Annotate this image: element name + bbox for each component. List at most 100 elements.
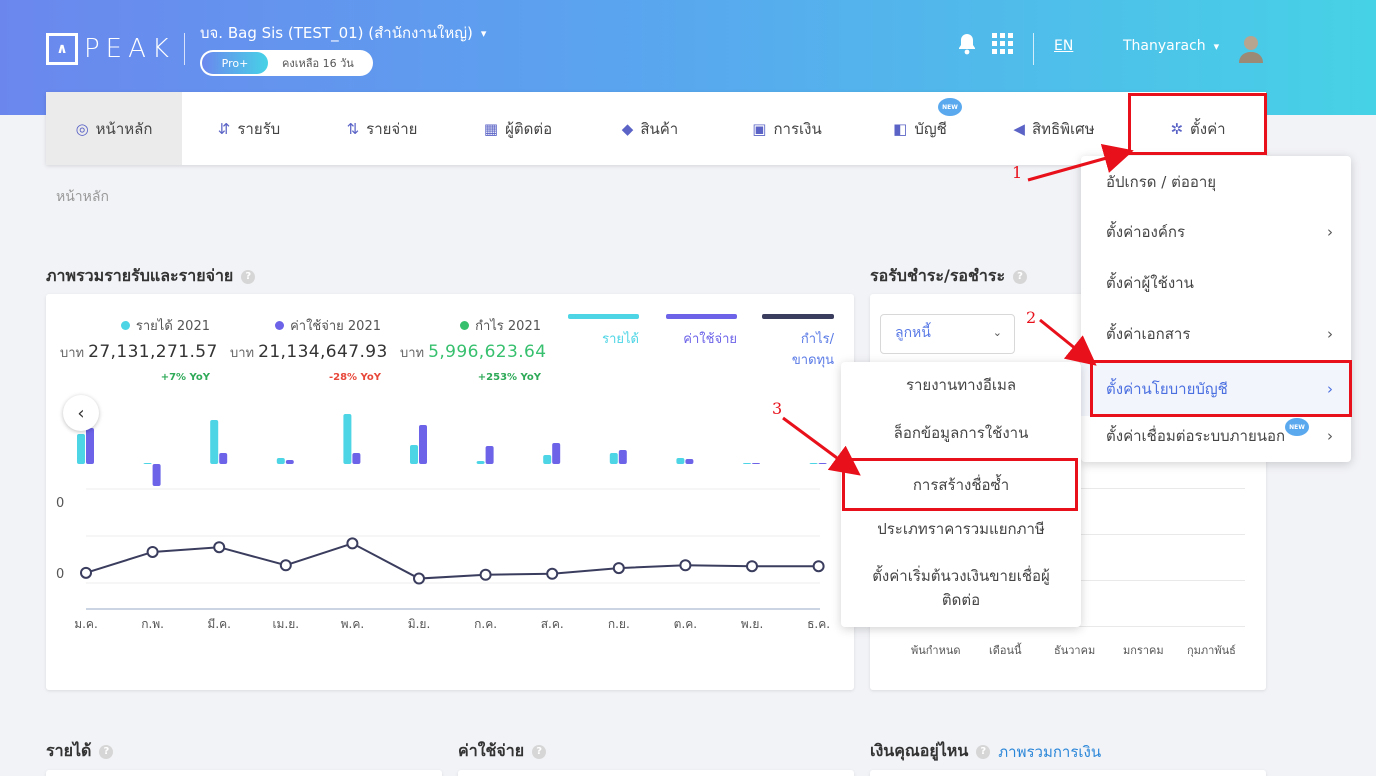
chevron-right-icon: › (1327, 427, 1333, 445)
new-badge: NEW (1285, 418, 1309, 436)
receivables-title: รอรับชำระ/รอชำระ ? (870, 264, 1028, 289)
chevron-down-icon: ▾ (1213, 39, 1220, 53)
megaphone-icon: ◀ (1013, 119, 1025, 138)
highlight-box-settings (1128, 93, 1267, 155)
x-label: พ้นกำหนด (911, 644, 961, 657)
revenue-bar (210, 420, 219, 464)
step-2-label: 2 (1026, 308, 1037, 327)
revenue-bar (276, 458, 285, 464)
x-tick-label: ก.ค. (474, 617, 497, 631)
help-icon[interactable]: ? (99, 744, 114, 759)
profit-point (546, 567, 559, 580)
x-tick-label: พ.ค. (341, 617, 365, 631)
chevron-right-icon: › (1327, 223, 1333, 241)
revenue-card (46, 770, 442, 776)
user-menu[interactable]: Thanyarach ▾ (1123, 38, 1219, 54)
profit-point (213, 541, 226, 554)
revenue-bar (476, 461, 485, 464)
bell-icon[interactable] (957, 33, 977, 60)
help-icon[interactable]: ? (532, 744, 547, 759)
revenue-bar (809, 463, 818, 464)
expense-bar (86, 428, 94, 464)
nav-accounting[interactable]: ◧ บัญชี NEW (862, 92, 978, 165)
expense-bar (419, 425, 427, 464)
step-3-label: 3 (772, 399, 783, 418)
profit-point (812, 560, 825, 573)
nav-privileges[interactable]: ◀ สิทธิพิเศษ (978, 92, 1130, 165)
x-tick-label: มิ.ย. (408, 617, 431, 631)
revenue-bar (676, 458, 685, 464)
x-tick-label: ก.ย. (608, 617, 630, 631)
x-tick-label: ม.ค. (74, 617, 98, 631)
profit-point (612, 562, 625, 575)
x-label: ธันวาคม (1054, 644, 1096, 657)
profit-line (85, 542, 819, 580)
expense-card (458, 770, 854, 776)
x-tick-label: ธ.ค. (807, 617, 830, 631)
x-tick-label: ต.ค. (674, 617, 697, 631)
profit-point (146, 545, 159, 558)
help-icon[interactable]: ? (1013, 269, 1028, 284)
profit-point (346, 537, 359, 550)
apps-grid-icon[interactable] (992, 33, 1013, 59)
chevron-down-icon: ⌄ (992, 326, 1002, 339)
menu-org-settings[interactable]: ตั้งค่าองค์กร › (1081, 214, 1351, 250)
help-icon[interactable]: ? (976, 744, 991, 759)
expense-bar (352, 453, 361, 464)
account-icon: ◧ (893, 119, 908, 138)
new-badge: NEW (938, 98, 962, 116)
user-name: Thanyarach (1123, 38, 1206, 54)
profit-point (479, 568, 492, 581)
submenu-credit-limit[interactable]: ตั้งค่าเริ่มต้นวงเงินขายเชื่อผู้ติดต่อ (841, 562, 1081, 614)
language-switch[interactable]: EN (1054, 38, 1073, 54)
receivables-type-select[interactable]: ลูกหนี้ ⌄ (880, 314, 1015, 354)
revenue-bar (77, 434, 85, 464)
menu-integrations[interactable]: ตั้งค่าเชื่อมต่อระบบภายนอก NEW › (1081, 418, 1351, 454)
x-tick-label: ก.พ. (141, 617, 164, 631)
expense-bar (818, 463, 827, 464)
profit-point (279, 559, 292, 572)
submenu-price-tax-type[interactable]: ประเภทราคารวมแยกภาษี (841, 514, 1081, 544)
menu-user-settings[interactable]: ตั้งค่าผู้ใช้งาน (1081, 265, 1351, 301)
avatar[interactable] (1237, 33, 1265, 63)
submenu-email-report[interactable]: รายงานทางอีเมล (841, 370, 1081, 400)
expense-bar (552, 443, 561, 464)
menu-upgrade[interactable]: อัปเกรด / ต่ออายุ (1081, 164, 1351, 200)
cash-section-title: เงินคุณอยู่ไหน ? ภาพรวมการเงิน (870, 739, 1101, 764)
y-tick-label: 0 (56, 496, 64, 511)
revenue-bar (743, 463, 751, 464)
menu-document-settings[interactable]: ตั้งค่าเอกสาร › (1081, 316, 1351, 352)
x-tick-label: มี.ค. (207, 617, 231, 631)
expense-bar (219, 453, 228, 464)
chevron-right-icon: › (1327, 325, 1333, 343)
step-1-label: 1 (1012, 163, 1023, 182)
profit-point (80, 566, 92, 579)
chevron-left-icon: ‹ (77, 402, 85, 424)
finance-overview-link[interactable]: ภาพรวมการเงิน (998, 740, 1101, 764)
x-label: มกราคม (1123, 644, 1164, 657)
revenue-section-title: รายได้ ? (46, 739, 114, 764)
cash-card (870, 770, 1266, 776)
profit-point (746, 560, 758, 573)
highlight-box-accounting-policy (1090, 360, 1352, 417)
highlight-box-duplicate-names (842, 458, 1078, 511)
expense-section-title: ค่าใช้จ่าย ? (458, 739, 547, 764)
overview-chart: 0 0 ม.ค. ก.พ. มี.ค. เม.ย. พ.ค. มิ.ย. ก.ค. ส.ค. ก.ย… (56, 414, 830, 631)
expense-bar (485, 446, 494, 464)
submenu-usage-log[interactable]: ล็อกข้อมูลการใช้งาน (841, 418, 1081, 448)
x-tick-label: พ.ย. (741, 617, 764, 631)
revenue-bar (543, 455, 552, 464)
expense-bar (685, 459, 694, 464)
x-tick-label: ส.ค. (541, 617, 564, 631)
revenue-bar (343, 414, 352, 464)
expense-bar (618, 450, 627, 464)
header-divider (1033, 33, 1034, 65)
revenue-bar (410, 445, 418, 464)
revenue-bar (609, 453, 618, 464)
expense-bar (285, 460, 294, 464)
prev-year-button[interactable]: ‹ (63, 395, 99, 431)
profit-point (413, 572, 425, 585)
revenue-bar (143, 463, 152, 464)
y-tick-label: 0 (56, 567, 64, 582)
x-label: เดือนนี้ (989, 644, 1022, 657)
